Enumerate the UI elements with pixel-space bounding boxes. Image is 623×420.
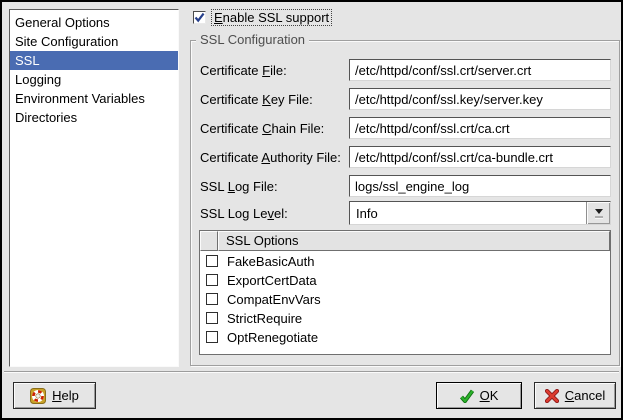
chevron-down-icon [595, 209, 603, 214]
certificate-file-row: Certificate File: [200, 59, 611, 81]
ssl-options-column-header[interactable]: SSL Options [218, 231, 610, 251]
optrenegotiate-checkbox[interactable] [206, 331, 218, 343]
table-row[interactable]: CompatEnvVars [200, 290, 610, 308]
bottom-separator [4, 371, 619, 373]
frame-title: SSL Configuration [196, 32, 309, 48]
table-row[interactable]: FakeBasicAuth [200, 252, 610, 270]
checkbox-column-header[interactable] [200, 231, 218, 251]
enable-ssl-label[interactable]: Enable SSL support [212, 10, 331, 25]
ssl-log-file-label: SSL Log File: [200, 179, 349, 194]
lifebuoy-icon [30, 388, 46, 404]
sidebar-item-directories[interactable]: Directories [10, 108, 178, 127]
sidebar-item-logging[interactable]: Logging [10, 70, 178, 89]
ssl-log-file-input[interactable] [349, 175, 611, 197]
cancel-button[interactable]: Cancel [534, 382, 616, 409]
check-icon [460, 389, 474, 403]
checkmark-icon [194, 12, 205, 23]
help-button-label: Help [52, 388, 79, 403]
option-label: ExportCertData [227, 273, 317, 288]
option-label: CompatEnvVars [227, 292, 321, 307]
exportcertdata-checkbox[interactable] [206, 274, 218, 286]
ssl-options-table-header: SSL Options [200, 231, 610, 251]
help-button[interactable]: Help [13, 382, 96, 409]
certificate-chain-file-row: Certificate Chain File: [200, 117, 611, 139]
option-label: StrictRequire [227, 311, 302, 326]
ssl-log-level-dropdown[interactable]: Info [349, 201, 611, 225]
certificate-chain-file-input[interactable] [349, 117, 611, 139]
ssl-log-level-value: Info [350, 202, 586, 224]
ssl-log-level-row: SSL Log Level: Info [200, 201, 611, 225]
certificate-chain-file-label: Certificate Chain File: [200, 121, 349, 136]
cancel-button-label: Cancel [565, 388, 605, 403]
x-icon [545, 389, 559, 403]
certificate-authority-file-input[interactable] [349, 146, 611, 168]
certificate-key-file-row: Certificate Key File: [200, 88, 611, 110]
certificate-file-input[interactable] [349, 59, 611, 81]
sidebar-item-ssl[interactable]: SSL [10, 51, 178, 70]
option-label: OptRenegotiate [227, 330, 318, 345]
table-row[interactable]: OptRenegotiate [200, 328, 610, 346]
strictrequire-checkbox[interactable] [206, 312, 218, 324]
ssl-options-table: SSL Options FakeBasicAuth ExportCertData… [199, 230, 611, 355]
dropdown-indicator-bar [595, 216, 603, 218]
sidebar-item-site-configuration[interactable]: Site Configuration [10, 32, 178, 51]
compatenvvars-checkbox[interactable] [206, 293, 218, 305]
ok-button[interactable]: OK [436, 382, 522, 409]
enable-ssl-checkbox[interactable] [193, 11, 206, 24]
certificate-authority-file-label: Certificate Authority File: [200, 150, 349, 165]
ok-button-label: OK [480, 388, 499, 403]
certificate-authority-file-row: Certificate Authority File: [200, 146, 611, 168]
ssl-configuration-frame: SSL Configuration Certificate File: Cert… [190, 40, 620, 366]
enable-ssl-row: Enable SSL support [193, 10, 331, 25]
dropdown-button[interactable] [586, 202, 610, 224]
certificate-key-file-input[interactable] [349, 88, 611, 110]
fakebasicauth-checkbox[interactable] [206, 255, 218, 267]
category-list: General Options Site Configuration SSL L… [9, 9, 179, 367]
sidebar-item-general-options[interactable]: General Options [10, 13, 178, 32]
certificate-file-label: Certificate File: [200, 63, 349, 78]
table-row[interactable]: ExportCertData [200, 271, 610, 289]
option-label: FakeBasicAuth [227, 254, 314, 269]
ssl-log-file-row: SSL Log File: [200, 175, 611, 197]
certificate-key-file-label: Certificate Key File: [200, 92, 349, 107]
ssl-log-level-label: SSL Log Level: [200, 206, 349, 221]
sidebar-item-environment-variables[interactable]: Environment Variables [10, 89, 178, 108]
ssl-configuration-window: { "colors": { "selection_blue": "#4a6cb2… [0, 0, 623, 420]
table-row[interactable]: StrictRequire [200, 309, 610, 327]
